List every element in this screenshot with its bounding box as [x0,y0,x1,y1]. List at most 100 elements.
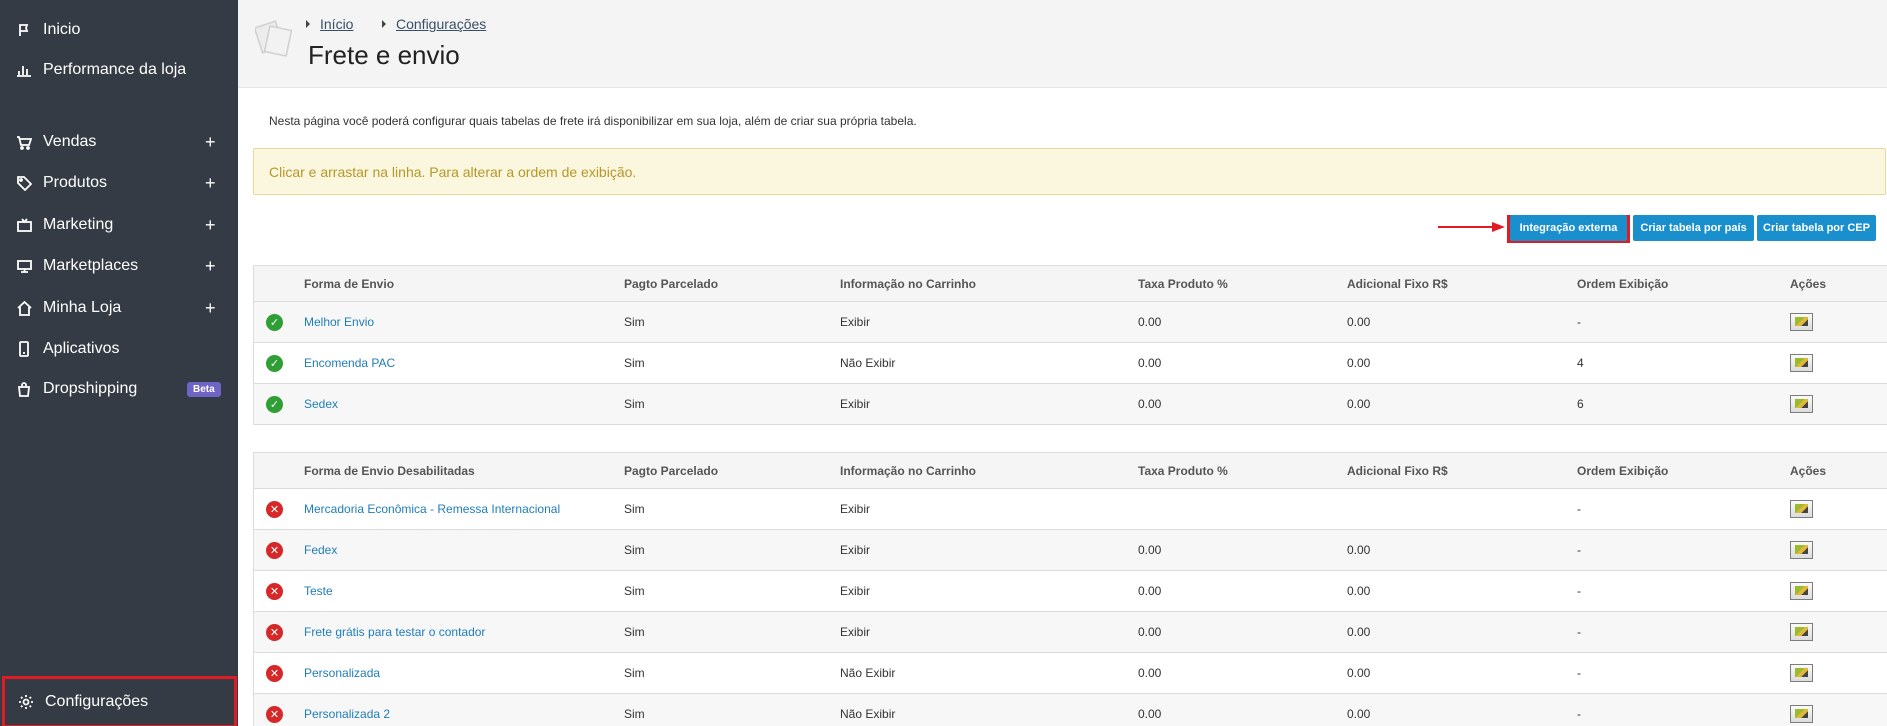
sidebar: Inicio Performance da loja Vendas + Prod… [0,0,238,726]
arrow-annotation-icon [1438,222,1505,232]
edit-button[interactable] [1790,384,1813,424]
shipping-name-link[interactable]: Melhor Envio [304,302,374,342]
breadcrumb-current[interactable]: Configurações [382,16,486,32]
taxa-value: 0.00 [1138,584,1162,598]
table-row[interactable]: ✓ Sedex Sim Exibir 0.00 0.00 6 [254,384,1887,425]
edit-button[interactable] [1790,530,1813,570]
column-header: Ações [1790,463,1827,478]
disabled-shipping-table: Forma de Envio Desabilitadas Pagto Parce… [253,452,1887,726]
shipping-name-link[interactable]: Sedex [304,384,338,424]
table-header: Forma de Envio Pagto Parcelado Informaçã… [254,266,1887,302]
edit-icon[interactable] [1790,582,1813,600]
sidebar-item-dropshipping[interactable]: Dropshipping Beta [0,372,238,406]
page-header: Início Configurações Frete e envio [238,0,1887,88]
column-header: Taxa Produto % [1138,463,1228,478]
edit-icon[interactable] [1790,705,1813,723]
edit-icon[interactable] [1790,623,1813,641]
status-disabled-icon: ✕ [266,612,283,652]
breadcrumb-current-label[interactable]: Configurações [396,16,486,32]
sidebar-item-minha-loja[interactable]: Minha Loja + [0,291,238,325]
edit-button[interactable] [1790,694,1813,726]
info-value: Não Exibir [840,707,896,721]
shipping-name-link[interactable]: Mercadoria Econômica - Remessa Internaci… [304,489,560,529]
edit-button[interactable] [1790,653,1813,693]
shipping-name-link[interactable]: Teste [304,571,333,611]
sidebar-item-label: Produtos [43,174,108,191]
edit-icon[interactable] [1790,500,1813,518]
breadcrumb-home-label[interactable]: Início [320,16,353,32]
sidebar-item-aplicativos[interactable]: Aplicativos [0,332,238,366]
table-row[interactable]: ✕ Frete grátis para testar o contador Si… [254,612,1887,653]
expand-icon[interactable]: + [205,173,216,194]
info-value: Não Exibir [840,666,896,680]
info-value: Exibir [840,625,871,639]
enabled-shipping-table: Forma de Envio Pagto Parcelado Informaçã… [253,265,1887,425]
table-row[interactable]: ✕ Teste Sim Exibir 0.00 0.00 - [254,571,1887,612]
edit-icon[interactable] [1790,395,1813,413]
edit-icon[interactable] [1790,541,1813,559]
phone-icon [15,340,33,358]
adicional-value: 0.00 [1347,625,1371,639]
expand-icon[interactable]: + [205,256,216,277]
table-header: Forma de Envio Desabilitadas Pagto Parce… [254,453,1887,489]
column-header: Pagto Parcelado [624,463,719,478]
status-disabled-icon: ✕ [266,489,283,529]
expand-icon[interactable]: + [205,298,216,319]
sidebar-item-vendas[interactable]: Vendas + [0,125,238,159]
info-value: Não Exibir [840,356,896,370]
adicional-value: 0.00 [1347,707,1371,721]
expand-icon[interactable]: + [205,132,216,153]
shipping-name-link[interactable]: Frete grátis para testar o contador [304,612,485,652]
shipping-name-link[interactable]: Fedex [304,530,337,570]
sidebar-item-label: Minha Loja [43,299,122,316]
sidebar-item-configuracoes[interactable]: Configurações [2,676,237,726]
edit-icon[interactable] [1790,664,1813,682]
parcelado-value: Sim [624,543,645,557]
edit-button[interactable] [1790,571,1813,611]
parcelado-value: Sim [624,666,645,680]
taxa-value: 0.00 [1138,666,1162,680]
status-disabled-icon: ✕ [266,571,283,611]
cart-icon [15,133,33,151]
sidebar-item-inicio[interactable]: Inicio [0,13,238,47]
ordem-value: - [1577,625,1581,639]
sidebar-item-label: Performance da loja [43,61,187,78]
edit-button[interactable] [1790,302,1813,342]
shipping-name-link[interactable]: Personalizada 2 [304,694,390,726]
edit-button[interactable] [1790,612,1813,652]
sidebar-item-label: Configurações [45,693,149,710]
table-row[interactable]: ✕ Personalizada Sim Não Exibir 0.00 0.00… [254,653,1887,694]
status-disabled-icon: ✕ [266,530,283,570]
create-table-country-button[interactable]: Criar tabela por país [1633,215,1754,241]
table-row[interactable]: ✓ Encomenda PAC Sim Não Exibir 0.00 0.00… [254,343,1887,384]
sidebar-item-produtos[interactable]: Produtos + [0,166,238,200]
sidebar-item-marketing[interactable]: Marketing + [0,208,238,242]
shipping-name-link[interactable]: Encomenda PAC [304,343,395,383]
ordem-value: 4 [1577,356,1584,370]
edit-icon[interactable] [1790,313,1813,331]
edit-icon[interactable] [1790,354,1813,372]
table-row[interactable]: ✕ Mercadoria Econômica - Remessa Interna… [254,489,1887,530]
create-table-cep-button[interactable]: Criar tabela por CEP [1757,215,1876,241]
expand-icon[interactable]: + [205,215,216,236]
table-row[interactable]: ✓ Melhor Envio Sim Exibir 0.00 0.00 - [254,302,1887,343]
sidebar-item-label: Marketplaces [43,257,139,274]
breadcrumb-home[interactable]: Início [306,16,353,32]
sidebar-item-marketplaces[interactable]: Marketplaces + [0,249,238,283]
info-alert: Clicar e arrastar na linha. Para alterar… [253,148,1886,195]
adicional-value: 0.00 [1347,666,1371,680]
parcelado-value: Sim [624,502,645,516]
shipping-name-link[interactable]: Personalizada [304,653,380,693]
edit-button[interactable] [1790,343,1813,383]
table-row[interactable]: ✕ Personalizada 2 Sim Não Exibir 0.00 0.… [254,694,1887,726]
adicional-value: 0.00 [1347,397,1371,411]
bar-chart-icon [15,61,33,79]
external-integration-button[interactable]: Integração externa [1510,215,1627,241]
edit-button[interactable] [1790,489,1813,529]
flag-icon [15,21,33,39]
sidebar-item-performance[interactable]: Performance da loja [0,53,238,87]
sidebar-item-label: Aplicativos [43,340,120,357]
info-value: Exibir [840,543,871,557]
column-header: Ações [1790,276,1827,291]
table-row[interactable]: ✕ Fedex Sim Exibir 0.00 0.00 - [254,530,1887,571]
